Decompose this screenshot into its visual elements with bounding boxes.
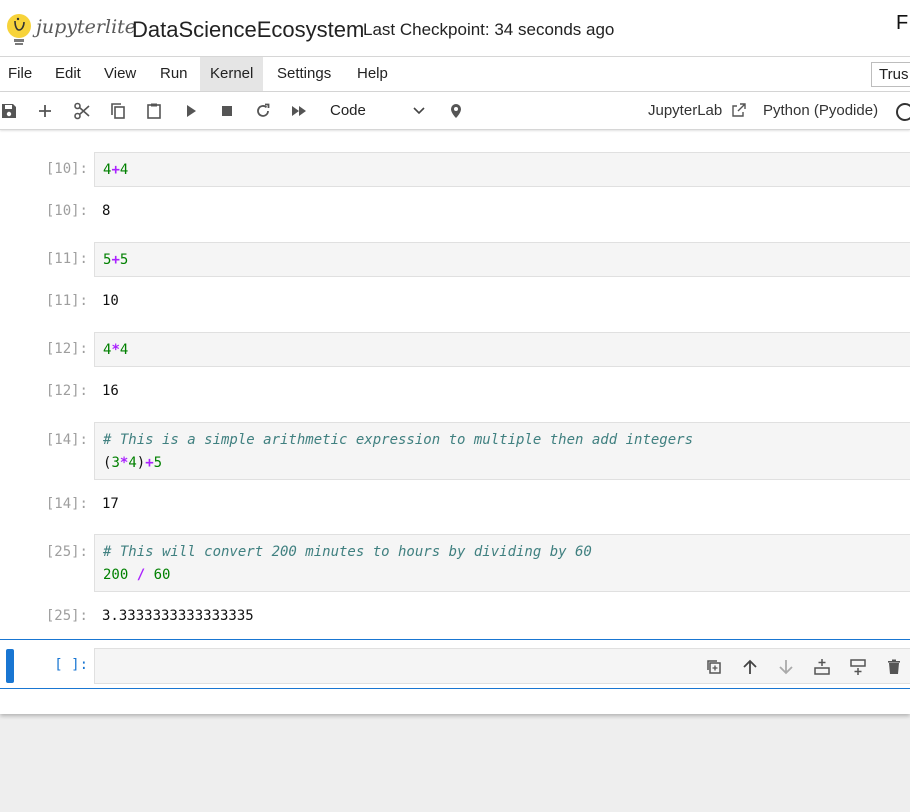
user-menu-glyph[interactable]: F — [896, 12, 908, 35]
cell-output: 10 — [102, 293, 119, 309]
delete-cell-button[interactable] — [883, 656, 905, 678]
last-checkpoint: Last Checkpoint: 34 seconds ago — [363, 20, 615, 39]
code-number: 200 — [103, 567, 129, 583]
cell-output: 17 — [102, 496, 119, 512]
restart-icon — [257, 103, 270, 117]
code-number: 3 — [111, 455, 120, 471]
external-link-icon[interactable] — [731, 102, 747, 118]
delete-icon — [888, 659, 900, 674]
code-number: 5 — [153, 455, 163, 471]
code-number: 60 — [153, 567, 171, 583]
menu-help[interactable]: Help — [347, 57, 398, 91]
cut-icon — [74, 102, 90, 120]
code-operator: + — [111, 252, 120, 268]
cut-button[interactable] — [70, 98, 94, 124]
move-up-icon — [743, 659, 757, 674]
output-prompt: [11]: — [45, 293, 88, 309]
copy-icon — [111, 103, 125, 119]
cell-type-value: Code — [330, 102, 366, 119]
move-down-icon — [779, 660, 793, 675]
insert-above-button[interactable] — [847, 656, 869, 678]
debugger-button[interactable] — [444, 98, 468, 124]
output-prompt: [25]: — [45, 608, 88, 624]
code-editor[interactable]: # This is a simple arithmetic expression… — [94, 422, 910, 480]
code-comment: # This will convert 200 minutes to hours… — [103, 544, 592, 560]
cell-output: 16 — [102, 383, 119, 399]
lightbulb-logo-icon — [7, 14, 31, 45]
code-comment: # This is a simple arithmetic expression… — [103, 432, 694, 448]
code-operator: + — [111, 162, 120, 178]
code-editor[interactable]: # This will convert 200 minutes to hours… — [94, 534, 910, 592]
output-prompt: [10]: — [45, 203, 88, 219]
run-icon — [187, 105, 196, 117]
code-paren: ) — [136, 455, 146, 471]
cell-type-select[interactable]: Code — [320, 97, 432, 125]
menu-bar: File Edit View Run Kernel Settings Help … — [0, 56, 910, 92]
paste-button[interactable] — [142, 98, 166, 124]
insert-below-icon — [814, 659, 830, 675]
kernel-status-icon — [896, 103, 910, 121]
code-editor[interactable]: 5+5 — [94, 242, 910, 277]
cell-output: 3.3333333333333335 — [102, 608, 254, 624]
fast-forward-icon — [292, 106, 306, 116]
jupyterlite-logo[interactable]: jupyterlite — [6, 12, 136, 52]
save-button[interactable] — [0, 98, 21, 124]
duplicate-cell-button[interactable] — [703, 656, 725, 678]
move-up-button[interactable] — [739, 656, 761, 678]
menu-settings[interactable]: Settings — [267, 57, 341, 91]
cell-output: 8 — [102, 203, 111, 219]
input-prompt: [ ]: — [54, 657, 88, 673]
notebook-toolbar: Code JupyterLab Python (Pyodide) — [0, 92, 910, 130]
jupyterlite-window: jupyterlite DataScienceEcosystem Last Ch… — [0, 0, 910, 714]
menu-kernel[interactable]: Kernel — [200, 57, 264, 91]
input-prompt: [25]: — [45, 544, 88, 560]
input-prompt: [14]: — [45, 432, 88, 448]
move-down-button[interactable] — [775, 656, 797, 678]
restart-button[interactable] — [251, 98, 275, 124]
menu-run[interactable]: Run — [150, 57, 198, 91]
save-icon — [2, 104, 16, 118]
menu-view[interactable]: View — [94, 57, 146, 91]
notebook-title[interactable]: DataScienceEcosystem — [132, 17, 364, 43]
code-editor[interactable]: 4*4 — [94, 332, 910, 367]
code-number: 4 — [119, 342, 129, 358]
insert-above-icon — [850, 659, 866, 675]
trusted-indicator[interactable]: Trus — [871, 62, 910, 87]
duplicate-icon — [707, 660, 721, 674]
code-operator: + — [145, 455, 154, 471]
run-button[interactable] — [179, 98, 203, 124]
code-editor[interactable]: 4+4 — [94, 152, 910, 187]
stop-icon — [222, 106, 232, 116]
top-bar: jupyterlite DataScienceEcosystem Last Ch… — [0, 4, 910, 56]
input-prompt: [11]: — [45, 251, 88, 267]
input-prompt: [10]: — [45, 161, 88, 177]
menu-file[interactable]: File — [0, 57, 42, 91]
output-prompt: [14]: — [45, 496, 88, 512]
copy-button[interactable] — [106, 98, 130, 124]
code-operator: * — [111, 342, 120, 358]
output-prompt: [12]: — [45, 383, 88, 399]
debug-icon — [451, 104, 461, 118]
jupyterlab-link[interactable]: JupyterLab — [648, 102, 722, 119]
add-cell-button[interactable] — [33, 98, 57, 124]
code-number: 5 — [119, 252, 129, 268]
code-number: 4 — [119, 162, 129, 178]
interrupt-button[interactable] — [215, 98, 239, 124]
notebook-panel: [10]: 4+4 [10]: 8 [11]: 5+5 [11]: 10 [12… — [0, 131, 910, 714]
kernel-name[interactable]: Python (Pyodide) — [763, 102, 878, 119]
menu-edit[interactable]: Edit — [45, 57, 91, 91]
code-operator: / — [128, 567, 154, 583]
paste-icon — [147, 103, 161, 119]
active-code-cell: [ ]: — [0, 639, 910, 689]
input-prompt: [12]: — [45, 341, 88, 357]
insert-below-button[interactable] — [811, 656, 833, 678]
code-number: 4 — [128, 455, 137, 471]
restart-run-all-button[interactable] — [287, 98, 311, 124]
chevron-down-icon — [413, 107, 425, 115]
logo-text: jupyterlite — [36, 16, 137, 38]
add-icon — [39, 105, 51, 117]
code-editor[interactable] — [94, 648, 910, 684]
